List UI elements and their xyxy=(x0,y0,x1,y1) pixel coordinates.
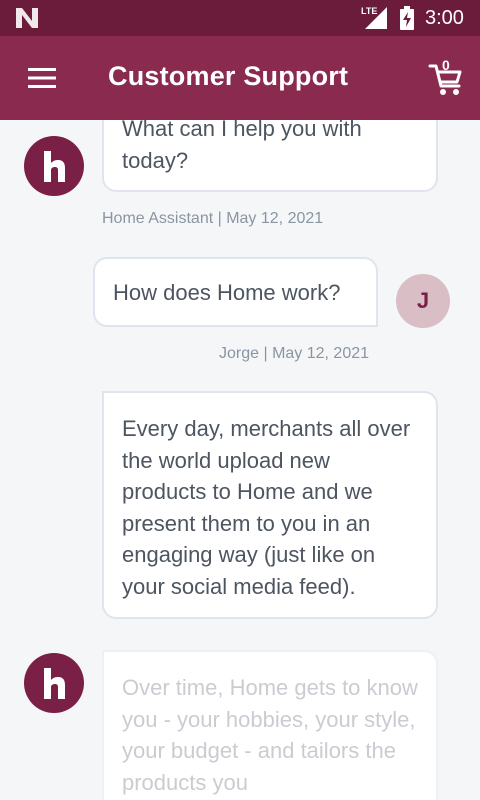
message-bubble: How does Home work? xyxy=(93,257,378,327)
app-bar: Customer Support 0 xyxy=(0,36,480,120)
page-title: Customer Support xyxy=(108,61,349,91)
cart-count-badge: 0 xyxy=(442,57,450,73)
bot-avatar xyxy=(24,653,84,713)
user-avatar: J xyxy=(396,274,450,328)
status-time: 3:00 xyxy=(425,7,464,29)
message-bubble: Every day, merchants all over the world … xyxy=(102,391,438,619)
chat-thread[interactable]: What can I help you with today? Home Ass… xyxy=(0,120,480,800)
bot-avatar xyxy=(24,136,84,196)
n-logo-icon xyxy=(16,8,38,28)
message-text: How does Home work? xyxy=(113,280,341,305)
message-text: Over time, Home gets to know you - your … xyxy=(122,675,418,795)
message-text: Every day, merchants all over the world … xyxy=(122,416,411,599)
status-bar: LTE 3:00 xyxy=(0,0,480,36)
home-h-logo-icon xyxy=(44,668,65,699)
message-text: What can I help you with today? xyxy=(122,120,362,173)
home-h-logo-icon xyxy=(44,151,65,182)
message-meta: Home Assistant | May 12, 2021 xyxy=(102,210,324,227)
battery-charging-icon xyxy=(400,6,414,30)
message-meta: Jorge | May 12, 2021 xyxy=(219,345,370,362)
network-type: LTE xyxy=(361,6,378,16)
message-bubble: Over time, Home gets to know you - your … xyxy=(102,650,438,800)
message-bubble: What can I help you with today? xyxy=(102,120,438,192)
hamburger-menu-icon[interactable] xyxy=(24,64,60,92)
